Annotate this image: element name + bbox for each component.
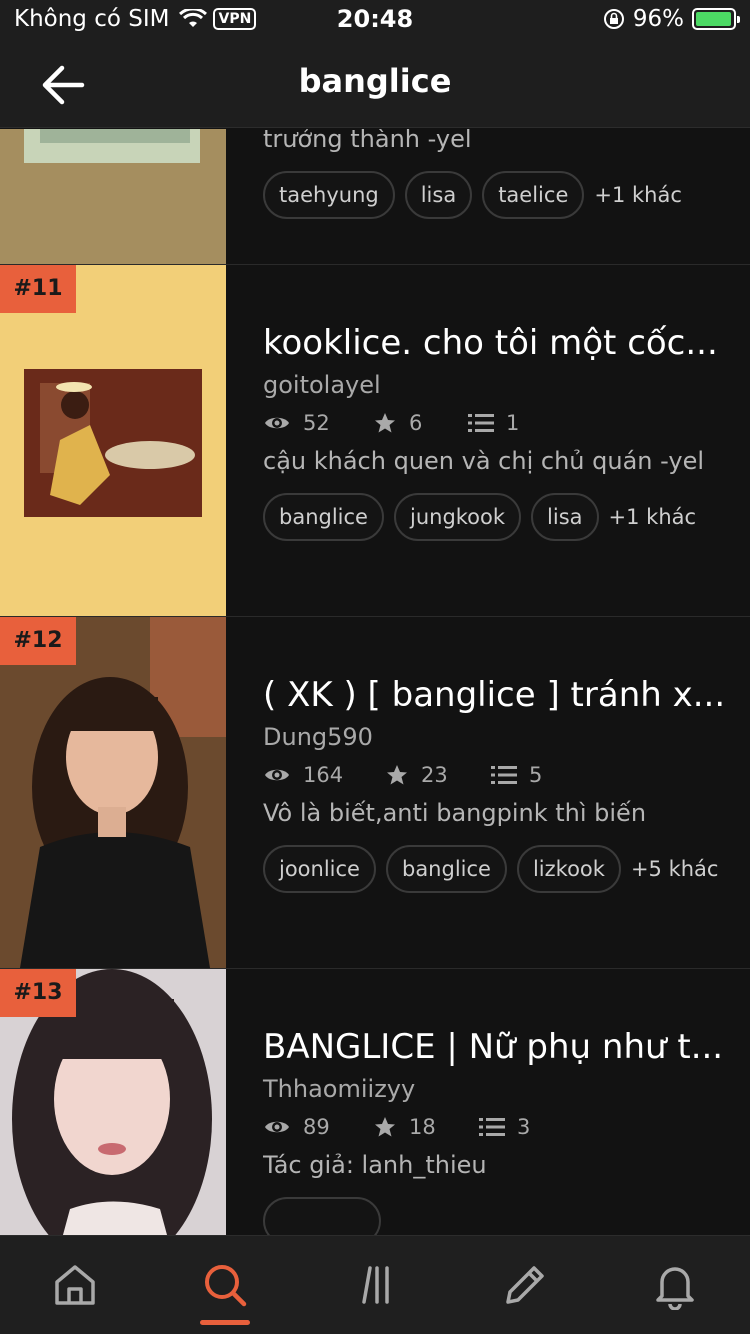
parts-count: 1	[506, 411, 520, 435]
more-tags[interactable]: +1 khác	[609, 505, 697, 529]
story-stats: 52 6 1	[263, 411, 730, 435]
story-item[interactable]: #11 kooklice. cho tôi một cốc... goitola…	[0, 265, 750, 617]
story-stats: 164 23 5	[263, 763, 730, 787]
tag-chip[interactable]: lizkook	[516, 845, 621, 893]
rank-badge: #13	[0, 969, 76, 1017]
eye-icon	[265, 1121, 289, 1133]
orientation-lock-icon	[603, 9, 624, 29]
library-icon	[362, 1266, 389, 1304]
battery-percent: 96%	[632, 6, 684, 32]
story-title[interactable]: kooklice. cho tôi một cốc...	[263, 323, 730, 363]
more-tags[interactable]: +5 khác	[631, 857, 719, 881]
list-icon	[468, 414, 494, 432]
search-icon	[205, 1265, 247, 1307]
battery-level	[696, 12, 731, 26]
cover-image	[0, 265, 226, 616]
write-icon	[506, 1266, 544, 1304]
votes-count: 18	[409, 1115, 436, 1139]
story-description: Vô là biết,anti bangpink thì biến	[263, 799, 647, 827]
parts-stat: 3	[479, 1115, 530, 1139]
bottom-tab-bar	[0, 1235, 750, 1334]
story-author[interactable]: goitolayel	[263, 371, 730, 399]
votes-stat: 18	[373, 1115, 479, 1139]
rank-badge: #11	[0, 265, 76, 313]
story-cover[interactable]	[0, 129, 226, 264]
parts-stat: 1	[468, 411, 519, 435]
story-cover[interactable]: #11	[0, 265, 226, 616]
tab-search[interactable]	[200, 1260, 250, 1310]
story-author[interactable]: Dung590	[263, 723, 730, 751]
status-right: 96%	[603, 6, 740, 32]
page-title: banglice	[298, 62, 452, 100]
tag-chip[interactable]: jungkook	[393, 493, 522, 541]
tab-home[interactable]	[50, 1260, 100, 1310]
tab-notifications[interactable]	[650, 1260, 700, 1311]
battery-icon	[692, 8, 740, 30]
votes-count: 23	[421, 763, 448, 787]
story-title[interactable]: BANGLICE | Nữ phụ như t...	[263, 1027, 730, 1067]
views-stat: 164	[263, 763, 385, 787]
story-description: cậu khách quen và chị chủ quán -yel	[263, 447, 704, 475]
story-stats: 89 18 3	[263, 1115, 730, 1139]
status-bar: Không có SIM VPN 20:48 96%	[0, 0, 750, 40]
votes-count: 6	[409, 411, 423, 435]
home-icon	[55, 1265, 95, 1305]
tab-write[interactable]	[500, 1260, 550, 1310]
views-stat: 52	[263, 411, 373, 435]
nav-bar: banglice	[0, 40, 750, 128]
more-tags[interactable]: +1 khác	[594, 183, 682, 207]
tag-chip[interactable]: lisa	[531, 493, 599, 541]
eye-icon	[265, 769, 289, 781]
story-item[interactable]: #12 ( XK ) [ banglice ] tránh x... Dung5…	[0, 617, 750, 969]
story-info: trưởng thành -yel taehyung lisa taelice …	[263, 129, 730, 219]
views-count: 89	[303, 1115, 330, 1139]
story-description: trưởng thành -yel	[263, 129, 472, 153]
views-count: 52	[303, 411, 330, 435]
tag-chip[interactable]	[263, 1197, 381, 1235]
story-list[interactable]: trưởng thành -yel taehyung lisa taelice …	[0, 129, 750, 1235]
star-icon	[375, 413, 395, 433]
parts-count: 3	[517, 1115, 531, 1139]
votes-stat: 6	[373, 411, 468, 435]
parts-count: 5	[529, 763, 543, 787]
tab-library[interactable]	[350, 1260, 400, 1310]
notifications-icon	[656, 1267, 694, 1311]
parts-stat: 5	[491, 763, 542, 787]
tag-chip[interactable]: taehyung	[263, 171, 395, 219]
views-stat: 89	[263, 1115, 373, 1139]
cover-image	[0, 617, 226, 968]
story-author[interactable]: Thhaomiizyy	[263, 1075, 730, 1103]
eye-icon	[265, 417, 289, 429]
story-item[interactable]: #13 BANGLICE | Nữ phụ như t... Thhaomiiz…	[0, 969, 750, 1235]
cover-image	[0, 129, 226, 264]
tag-chip[interactable]: banglice	[385, 845, 507, 893]
tag-list: taehyung lisa taelice +1 khác	[263, 171, 730, 219]
story-cover[interactable]: #13	[0, 969, 226, 1235]
star-icon	[375, 1117, 395, 1137]
active-tab-indicator	[200, 1320, 250, 1325]
tag-chip[interactable]: joonlice	[263, 845, 376, 893]
tag-list: banglice jungkook lisa +1 khác	[263, 493, 730, 541]
rank-badge: #12	[0, 617, 76, 665]
story-title[interactable]: ( XK ) [ banglice ] tránh x...	[263, 675, 730, 715]
tag-chip[interactable]: banglice	[263, 493, 384, 541]
story-info: ( XK ) [ banglice ] tránh x... Dung590 1…	[263, 675, 730, 893]
tag-list	[263, 1197, 730, 1235]
list-icon	[479, 1118, 505, 1136]
votes-stat: 23	[385, 763, 491, 787]
story-item[interactable]: trưởng thành -yel taehyung lisa taelice …	[0, 129, 750, 265]
views-count: 164	[303, 763, 344, 787]
tag-chip[interactable]: taelice	[482, 171, 585, 219]
star-icon	[387, 765, 407, 785]
tag-list: joonlice banglice lizkook +5 khác	[263, 845, 730, 893]
list-icon	[491, 766, 517, 784]
tag-chip[interactable]: lisa	[404, 171, 473, 219]
story-info: kooklice. cho tôi một cốc... goitolayel …	[263, 323, 730, 541]
story-description: Tác giả: lanh_thieu	[263, 1151, 487, 1179]
story-info: BANGLICE | Nữ phụ như t... Thhaomiizyy 8…	[263, 1027, 730, 1235]
story-cover[interactable]: #12	[0, 617, 226, 968]
